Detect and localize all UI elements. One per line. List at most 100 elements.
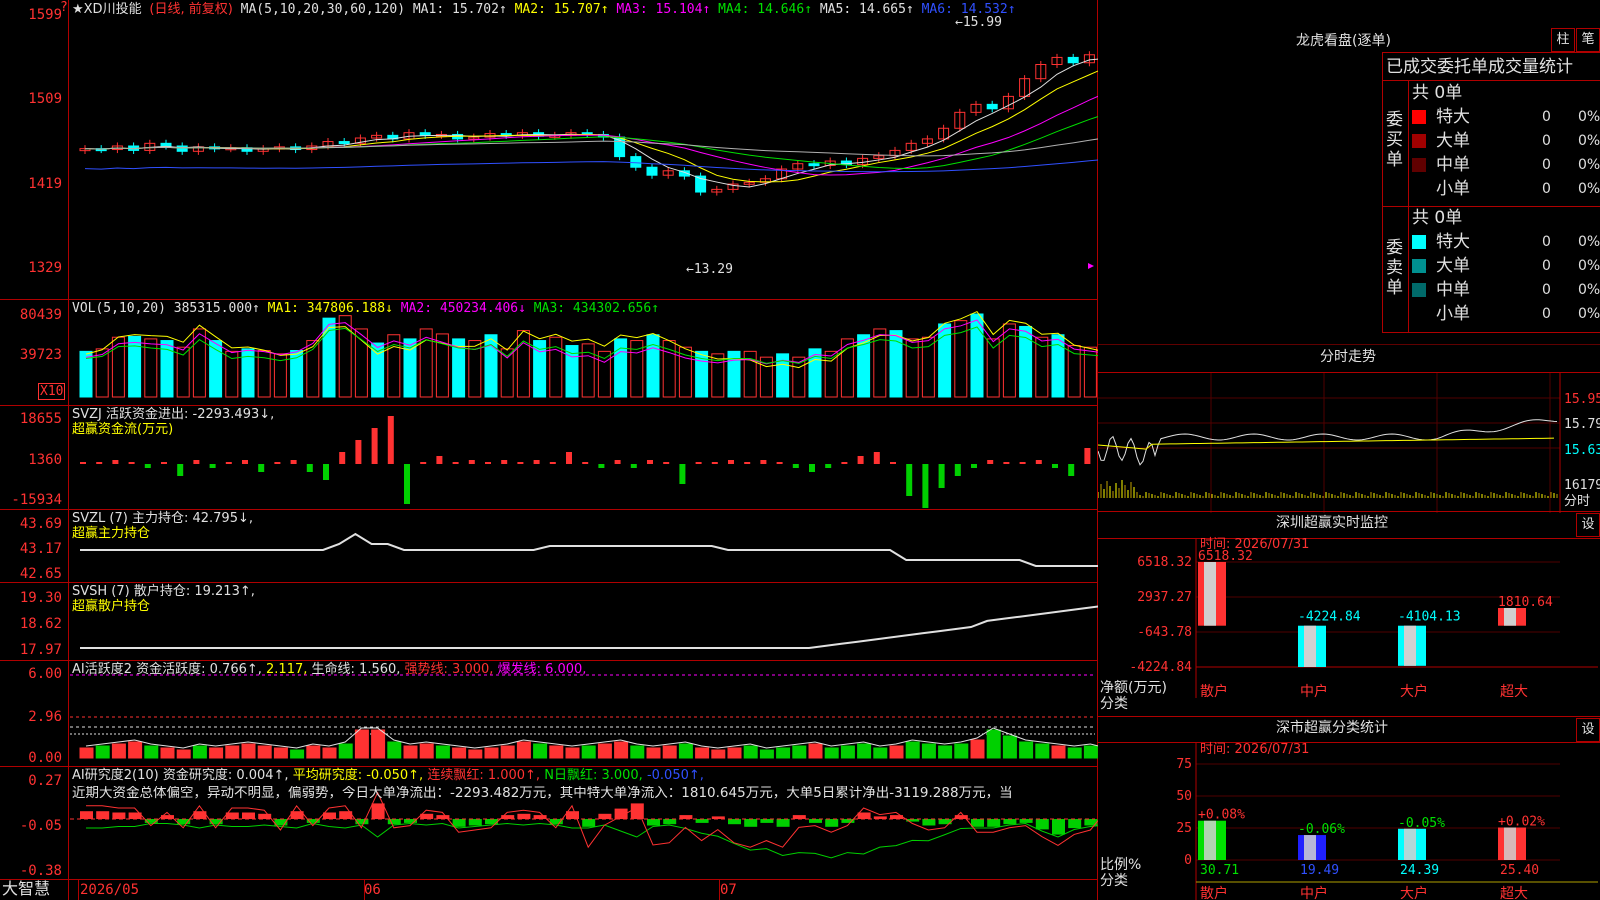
research-bar	[323, 812, 336, 819]
flow-bar	[987, 460, 994, 464]
activity-bar	[905, 741, 920, 759]
research-bar	[744, 819, 758, 827]
vol-value: 385315.000↑	[173, 301, 260, 316]
activity-bar	[241, 743, 256, 759]
flow-bar	[857, 456, 864, 464]
activity-bar	[338, 743, 353, 759]
longhu-subtitle: 已成交委托单成交量统计	[1386, 57, 1573, 77]
activity-bar	[144, 745, 159, 759]
category-label: 中户	[1300, 683, 1328, 700]
classify-settings-button[interactable]: 设	[1576, 718, 1600, 742]
tick-label: 75	[1176, 757, 1192, 772]
order-name: 特大	[1436, 107, 1470, 127]
order-color-swatch	[1412, 158, 1426, 172]
order-count: 0	[1542, 157, 1551, 173]
activity-bar	[938, 745, 953, 759]
order-color-swatch	[1412, 235, 1426, 249]
bar-view-button[interactable]: 柱	[1551, 28, 1575, 52]
volume-bar	[338, 315, 352, 398]
activity-bar	[614, 741, 629, 759]
flow-bar	[598, 464, 605, 468]
intraday-chart[interactable]	[1098, 373, 1600, 513]
research-bar	[598, 813, 612, 819]
flow-bar	[1052, 464, 1058, 468]
activity-bar	[306, 745, 321, 759]
classify-unit2: 分类	[1100, 873, 1128, 889]
flow-bar	[209, 464, 216, 468]
ma-params: MA(5,10,20,30,60,120)	[240, 2, 406, 17]
activity-bar	[322, 747, 337, 759]
monitor-settings-button[interactable]: 设	[1576, 513, 1600, 537]
intraday-price-high: 15.95	[1564, 392, 1600, 407]
order-pct: 0%	[1578, 181, 1600, 197]
ai-active-header: AI活跃度2 资金活跃度: 0.766↑, 2.117, 生命线: 1.560,…	[72, 662, 586, 677]
flow-bar	[792, 464, 799, 468]
activity-bar	[711, 749, 726, 759]
activity-bar	[484, 747, 499, 759]
research-bar	[760, 819, 774, 823]
order-pct: 0%	[1578, 306, 1600, 322]
flow-bar	[371, 428, 378, 464]
flow-bar	[242, 460, 248, 464]
order-color-swatch	[1412, 283, 1426, 297]
activity-bar	[986, 729, 1001, 759]
order-row: 大单 0 0%	[1412, 255, 1600, 277]
ai-research-h2: 平均研究度: -0.050↑,	[292, 768, 424, 783]
flow-bar	[906, 464, 913, 496]
avg-price-line	[1098, 437, 1555, 450]
research-bar	[1035, 819, 1049, 830]
research-avg-line	[86, 822, 1098, 859]
ma-line	[84, 58, 1098, 188]
intraday-volume-unit: 分时	[1564, 494, 1591, 509]
ma3-value: MA3: 15.104↑	[616, 2, 711, 17]
net-bar-highlight	[1404, 625, 1416, 666]
activity-bar	[662, 745, 677, 759]
activity-bar	[857, 743, 872, 759]
ma-line	[84, 70, 1098, 183]
main-chart-area[interactable]: 1599 1509 1419 1329 ? 80439 39723 X10 18…	[0, 0, 1098, 900]
order-color-swatch	[1412, 307, 1426, 321]
research-bar	[1052, 819, 1065, 835]
activity-bar	[225, 745, 240, 759]
flow-bar	[436, 456, 443, 464]
activity-bar	[111, 743, 126, 759]
activity-bar	[500, 745, 515, 759]
flow-bar	[890, 462, 896, 464]
order-color-swatch	[1412, 134, 1426, 148]
activity-bar	[468, 749, 483, 759]
research-bar	[825, 819, 839, 827]
low-price-label: ←13.29	[686, 262, 733, 277]
tick-view-button[interactable]: 笔	[1576, 28, 1600, 52]
vol-ma3: MA3: 434302.656↑	[533, 301, 660, 316]
activity-bar	[792, 745, 807, 759]
intraday-volume: 16179	[1564, 478, 1600, 493]
research-bar	[371, 803, 385, 819]
tick-label: 50	[1176, 789, 1192, 804]
value-label: 19.49	[1300, 863, 1339, 878]
research-bar	[922, 819, 936, 826]
order-pct: 0%	[1578, 258, 1600, 274]
research-bar	[242, 812, 255, 819]
candle	[630, 156, 642, 168]
flow-bar	[323, 464, 329, 480]
change-label: -0.06%	[1298, 822, 1345, 837]
research-bar	[1003, 819, 1017, 825]
flow-bar	[566, 452, 572, 464]
svzl-header: SVZL (7) 主力持仓: 42.795↓,	[72, 511, 253, 526]
flow-bar	[128, 462, 135, 464]
flow-bar	[549, 462, 556, 464]
flow-bar	[80, 462, 86, 464]
flow-bar	[679, 464, 686, 484]
ai-research-h5: -0.050↑,	[646, 768, 704, 783]
longhu-title: 龙虎看盘(逐单)	[1296, 33, 1391, 49]
flow-bar	[517, 462, 524, 464]
stock-name[interactable]: ★XD川投能	[72, 2, 142, 17]
order-count: 0	[1542, 234, 1551, 250]
flow-bar	[614, 460, 621, 464]
right-sidebar: 龙虎看盘(逐单) 柱 笔 已成交委托单成交量统计 委买单 委卖单 共 0单 特大…	[1098, 0, 1600, 900]
ai-active-h3: 生命线: 1.560,	[311, 662, 401, 677]
bar-value-label: 6518.32	[1198, 549, 1253, 564]
tick-label: 25	[1176, 821, 1192, 836]
order-row: 大单 0 0%	[1412, 130, 1600, 152]
activity-bar	[403, 745, 418, 759]
